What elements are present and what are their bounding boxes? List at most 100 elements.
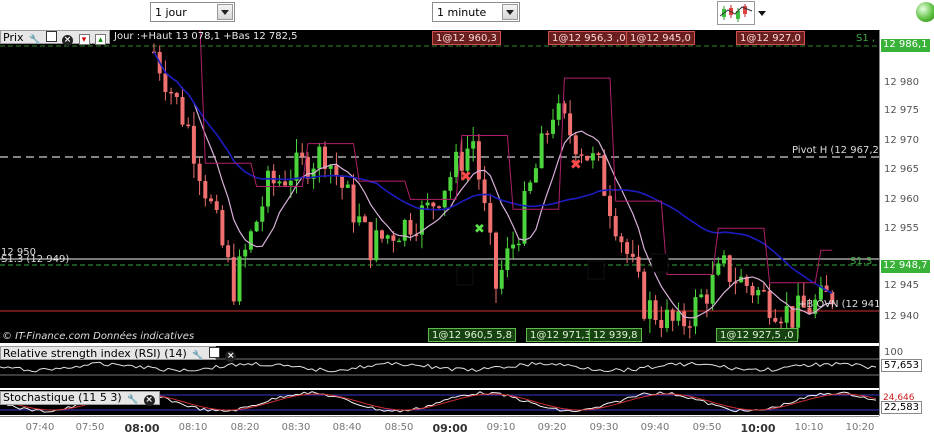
rsi-axis-top: 100 xyxy=(884,347,904,358)
order-tag[interactable]: 1@12 945,0 xyxy=(626,31,695,45)
wrench-icon[interactable]: 🔧 xyxy=(29,35,40,46)
stoch-pane-title: Stochastique (11 5 3) xyxy=(3,391,122,404)
axis-tick: 12 940 xyxy=(884,311,919,322)
position-marker xyxy=(651,253,669,273)
period-select-value: 1 jour xyxy=(155,6,187,19)
close-icon[interactable]: × xyxy=(62,35,74,46)
rsi-value-tag: 57,653 xyxy=(881,359,922,372)
time-tick: 08:40 xyxy=(332,422,362,433)
wrench-icon[interactable]: 🔧 xyxy=(127,395,138,406)
chevron-down-icon[interactable] xyxy=(502,4,518,20)
order-tag[interactable]: 1@12 927,0 xyxy=(736,31,805,45)
candle-body xyxy=(647,300,652,319)
time-tick: 09:10 xyxy=(486,422,516,433)
candle-body xyxy=(271,170,276,184)
order-tag[interactable]: 12 939,8 xyxy=(589,328,642,342)
candle-body xyxy=(482,179,487,204)
candle-body xyxy=(357,216,362,223)
candle-body xyxy=(237,256,242,302)
time-tick: 10:10 xyxy=(794,422,824,433)
candle-body xyxy=(163,73,168,92)
sell-arrow-icon[interactable]: ▾ xyxy=(78,34,90,45)
candle-body xyxy=(596,153,601,156)
order-tag[interactable]: 1@12 960,3 xyxy=(432,31,501,45)
watermark: © IT-Finance.com Données indicatives xyxy=(2,331,195,342)
maximize-icon[interactable] xyxy=(208,347,220,358)
toolbar: 1 jour 1 minute xyxy=(0,0,934,30)
time-tick: 09:00 xyxy=(432,422,468,435)
candle-body xyxy=(499,270,504,289)
chevron-down-icon[interactable] xyxy=(217,4,233,20)
rsi-pane[interactable]: Relative strength index (RSI) (14) 🔧 × xyxy=(0,346,879,388)
close-icon[interactable]: × xyxy=(143,395,155,406)
candle-body xyxy=(710,274,715,304)
candle-body xyxy=(180,96,185,125)
interval-select[interactable]: 1 minute xyxy=(432,2,520,22)
price-chart-pane[interactable]: ✖ ✖ ✖ Prix 🔧 × ▾ ▴ Jour :+Haut 13 078,1 +B… xyxy=(0,30,879,343)
candle-body xyxy=(516,243,521,246)
time-tick: 09:40 xyxy=(640,422,670,433)
candle-body xyxy=(494,232,498,289)
position-marker xyxy=(587,260,605,280)
candle-body xyxy=(779,321,783,324)
axis-tick: 12 965 xyxy=(884,164,919,175)
candle-body xyxy=(608,195,612,217)
candle-body xyxy=(528,182,533,192)
axis-tick: 12 955 xyxy=(884,223,919,234)
candle-body xyxy=(277,181,282,184)
status-orb-icon[interactable] xyxy=(916,2,934,22)
candle-body xyxy=(402,219,407,241)
buy-marker-icon: ✖ xyxy=(474,222,485,237)
candle-body xyxy=(334,165,339,177)
candle-body xyxy=(722,255,726,264)
candle-body xyxy=(653,300,658,320)
interval-select-value: 1 minute xyxy=(437,6,487,19)
period-select[interactable]: 1 jour xyxy=(150,2,235,22)
candle-body xyxy=(197,163,202,182)
order-tag[interactable]: 1@12 927,5 ,0 xyxy=(716,328,798,342)
candle-body xyxy=(305,156,310,179)
candle-body xyxy=(368,222,373,261)
candle-body xyxy=(243,249,248,257)
candle-body xyxy=(476,141,481,180)
candle-body xyxy=(579,154,584,156)
maximize-icon[interactable] xyxy=(45,31,57,42)
candle-body xyxy=(676,311,681,321)
candle-body xyxy=(203,181,208,199)
time-tick: 08:50 xyxy=(384,422,414,433)
sell-marker-icon: ✖ xyxy=(460,169,472,185)
axis-tick: 12 980 xyxy=(884,77,919,88)
time-axis[interactable]: 07:40 07:50 08:00 08:10 08:20 08:30 08:40 08:50… xyxy=(0,416,879,437)
chart-type-dropdown-icon[interactable] xyxy=(756,1,768,25)
candle-body xyxy=(345,184,350,188)
candle-body xyxy=(670,309,675,321)
candle-body xyxy=(699,294,704,298)
candle-body xyxy=(727,255,732,282)
time-tick: 08:20 xyxy=(230,422,260,433)
level-label-s13: S1.3 (12 949) xyxy=(1,254,70,265)
candle-body xyxy=(590,153,595,161)
axis-tick: 12 975 xyxy=(884,105,919,116)
order-tag[interactable]: 1@12 960,5 5,8 xyxy=(428,328,516,342)
candlestick-chart-icon[interactable] xyxy=(717,1,755,25)
candle-body xyxy=(288,180,293,186)
stochastic-pane[interactable]: Stochastique (11 5 3) 🔧 × xyxy=(0,390,879,415)
candle-body xyxy=(248,231,253,250)
candle-body xyxy=(191,125,196,164)
axis-tick: 12 970 xyxy=(884,135,919,146)
order-tag[interactable]: 1@12 971,3 xyxy=(526,328,595,342)
candle-body xyxy=(391,235,396,241)
candle-body xyxy=(716,263,721,275)
order-tag[interactable]: 1@12 956,3 ,0 xyxy=(548,31,630,45)
candle-body xyxy=(659,319,664,329)
candle-body xyxy=(169,91,174,94)
candle-body xyxy=(437,206,441,208)
candle-body xyxy=(573,135,578,155)
stop-line xyxy=(199,30,833,284)
candle-body xyxy=(408,219,413,235)
price-axis[interactable]: 12 986,1 12 980 12 975 12 970 12 965 12 … xyxy=(879,30,934,416)
buy-arrow-icon[interactable]: ▴ xyxy=(95,34,107,45)
time-tick: 10:00 xyxy=(740,422,776,435)
wrench-icon[interactable]: 🔧 xyxy=(192,351,203,362)
candle-body xyxy=(568,113,573,136)
